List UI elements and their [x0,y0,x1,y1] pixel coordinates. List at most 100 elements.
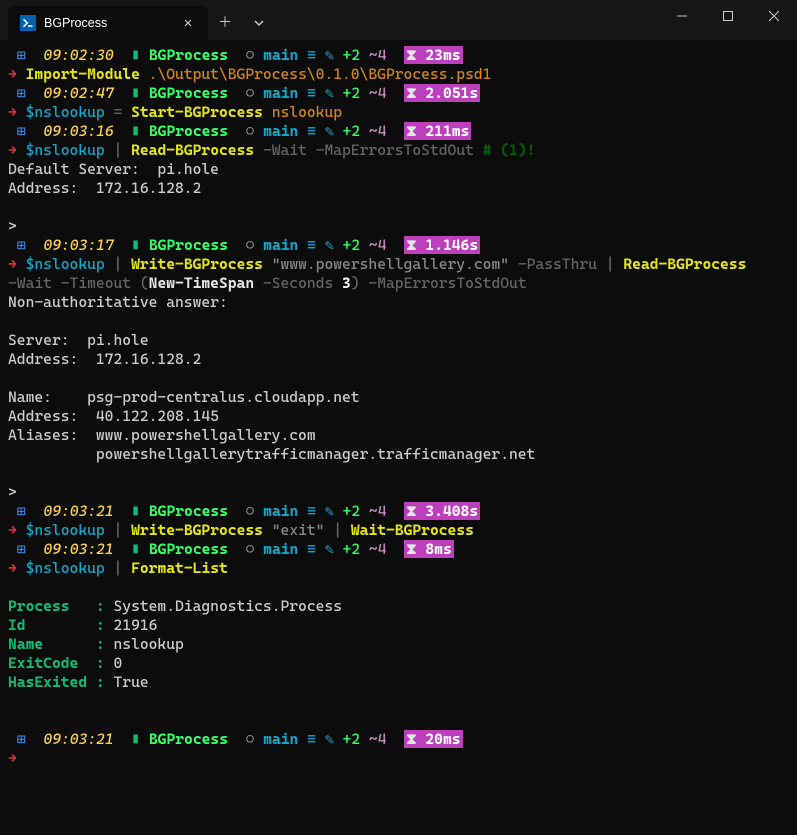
output-line [8,198,789,217]
output-line: Name: psg-prod-centralus.cloudapp.net [8,388,789,407]
windows-icon: ⊞ [17,46,26,64]
command-line: → [8,749,789,768]
window-controls [659,0,797,32]
format-list-row: ExitCode : 0 [8,654,789,673]
prompt-line: ⊞ 09:03:21 ▮ BGProcess ○ main ≡ ✎ +2 ~4 … [8,730,789,749]
prompt-branch: main [263,122,298,140]
format-list-value: 21916 [113,616,157,634]
prompt-duration: ⧗ 8ms [404,540,454,558]
output-line: Aliases: www.powershellgallery.com [8,426,789,445]
output-line: Server: pi.hole [8,331,789,350]
prompt-branch: main [263,236,298,254]
prompt-staged: +2 [343,122,361,140]
prompt-arrow-icon: → [8,559,17,577]
prompt-duration: ⧗ 20ms [404,730,462,748]
windows-icon: ⊞ [17,502,26,520]
windows-icon: ⊞ [17,540,26,558]
prompt-line: ⊞ 09:03:21 ▮ BGProcess ○ main ≡ ✎ +2 ~4 … [8,502,789,521]
format-list-value: nslookup [113,635,183,653]
powershell-icon [20,15,36,31]
github-icon: ○ [246,46,255,64]
prompt-line: ⊞ 09:02:30 ▮ BGProcess ○ main ≡ ✎ +2 ~4 … [8,46,789,65]
folder-icon: ▮ [131,84,140,102]
format-list-key: HasExited : [8,673,105,691]
format-list-key: Process : [8,597,105,615]
minimize-button[interactable] [659,0,705,32]
tab-title: BGProcess [44,14,170,33]
prompt-modified: ~4 [369,84,387,102]
terminal-tab[interactable]: BGProcess ✕ [8,6,208,40]
maximize-button[interactable] [705,0,751,32]
branch-status-icons: ≡ ✎ [307,122,334,140]
new-tab-button[interactable]: ＋ [208,6,242,40]
prompt-folder: BGProcess [149,84,228,102]
folder-icon: ▮ [131,730,140,748]
prompt-staged: +2 [343,502,361,520]
format-list-value: System.Diagnostics.Process [113,597,342,615]
prompt-modified: ~4 [369,730,387,748]
prompt-staged: +2 [343,730,361,748]
prompt-branch: main [263,46,298,64]
command-line: → $nslookup = Start-BGProcess nslookup [8,103,789,122]
output-line: Address: 172.16.128.2 [8,179,789,198]
prompt-arrow-icon: → [8,141,17,159]
branch-status-icons: ≡ ✎ [307,540,334,558]
prompt-staged: +2 [343,540,361,558]
prompt-branch: main [263,730,298,748]
prompt-arrow-icon: → [8,521,17,539]
output-line: > [8,217,789,236]
prompt-folder: BGProcess [149,540,228,558]
command-line: → $nslookup | Read-BGProcess -Wait -MapE… [8,141,789,160]
prompt-staged: +2 [343,84,361,102]
prompt-line: ⊞ 09:03:21 ▮ BGProcess ○ main ≡ ✎ +2 ~4 … [8,540,789,559]
branch-status-icons: ≡ ✎ [307,730,334,748]
format-list-row: Name : nslookup [8,635,789,654]
github-icon: ○ [246,540,255,558]
output-line [8,369,789,388]
prompt-staged: +2 [343,236,361,254]
prompt-arrow-icon: → [8,65,17,83]
prompt-folder: BGProcess [149,730,228,748]
prompt-arrow-icon: → [8,103,17,121]
prompt-modified: ~4 [369,236,387,254]
github-icon: ○ [246,236,255,254]
prompt-folder: BGProcess [149,502,228,520]
prompt-time: 09:03:16 [43,122,113,140]
prompt-folder: BGProcess [149,46,228,64]
titlebar: BGProcess ✕ ＋ [0,0,797,40]
folder-icon: ▮ [131,236,140,254]
windows-icon: ⊞ [17,236,26,254]
command-line: → Import-Module .\Output\BGProcess\0.1.0… [8,65,789,84]
format-list-row: HasExited : True [8,673,789,692]
folder-icon: ▮ [131,540,140,558]
output-line: Default Server: pi.hole [8,160,789,179]
folder-icon: ▮ [131,122,140,140]
command-line: → $nslookup | Format-List [8,559,789,578]
prompt-modified: ~4 [369,46,387,64]
prompt-modified: ~4 [369,540,387,558]
prompt-branch: main [263,84,298,102]
close-button[interactable] [751,0,797,32]
prompt-duration: ⧗ 23ms [404,46,462,64]
windows-icon: ⊞ [17,730,26,748]
prompt-line: ⊞ 09:03:16 ▮ BGProcess ○ main ≡ ✎ +2 ~4 … [8,122,789,141]
branch-status-icons: ≡ ✎ [307,46,334,64]
format-list-row: Id : 21916 [8,616,789,635]
tab-dropdown-button[interactable] [242,6,276,40]
windows-icon: ⊞ [17,122,26,140]
prompt-folder: BGProcess [149,122,228,140]
output-line: powershellgallerytrafficmanager.trafficm… [8,445,789,464]
tab-close-button[interactable]: ✕ [178,14,198,33]
prompt-arrow-icon: → [8,749,17,767]
prompt-arrow-icon: → [8,255,17,273]
format-list-row: Process : System.Diagnostics.Process [8,597,789,616]
folder-icon: ▮ [131,502,140,520]
output-line: Address: 172.16.128.2 [8,350,789,369]
command-line: → $nslookup | Write-BGProcess "exit" | W… [8,521,789,540]
prompt-duration: ⧗ 1.146s [404,236,480,254]
prompt-staged: +2 [343,46,361,64]
folder-icon: ▮ [131,46,140,64]
terminal-content[interactable]: ⊞ 09:02:30 ▮ BGProcess ○ main ≡ ✎ +2 ~4 … [0,40,797,774]
output-line: Non-authoritative answer: [8,293,789,312]
format-list-value: True [113,673,148,691]
